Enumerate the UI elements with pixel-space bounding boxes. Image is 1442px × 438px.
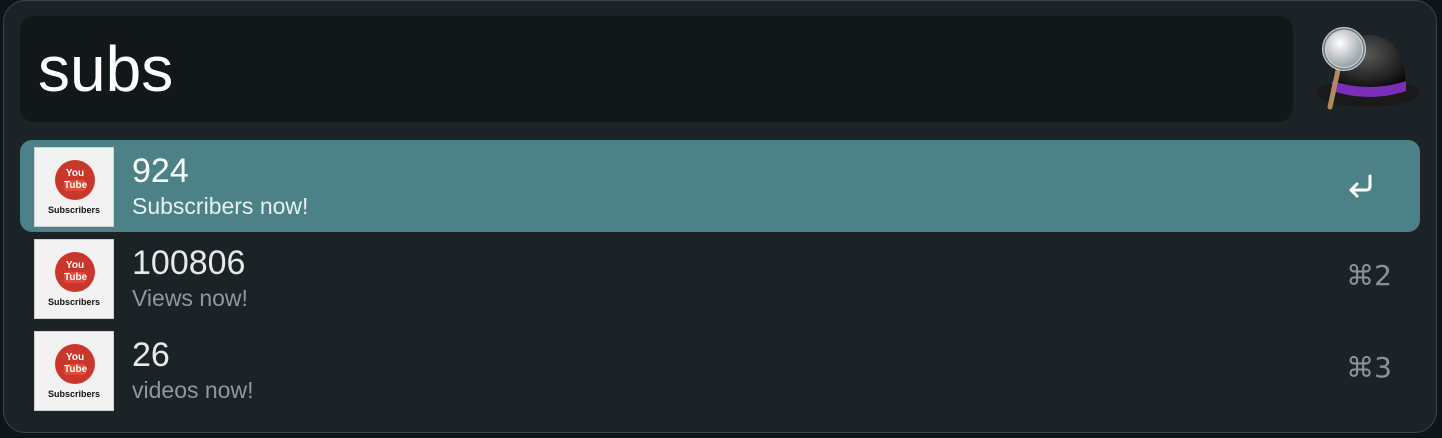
youtube-logo-you: You — [65, 260, 85, 271]
result-row-3[interactable]: You Tube Subscribers 26 videos now! ⌘3 — [20, 324, 1420, 416]
thumbnail-label: Subscribers — [47, 297, 101, 307]
search-input[interactable] — [38, 28, 1268, 110]
thumbnail-label: Subscribers — [47, 389, 101, 399]
result-title: 100806 — [132, 244, 246, 282]
result-title: 26 — [132, 336, 170, 374]
result-title: 924 — [132, 152, 189, 190]
youtube-logo-tube: Tube — [64, 180, 88, 191]
youtube-logo-icon: You Tube — [55, 344, 95, 384]
youtube-logo-you: You — [65, 168, 85, 179]
result-subtitle: videos now! — [132, 377, 254, 403]
result-row-2[interactable]: You Tube Subscribers 100806 Views now! ⌘… — [20, 232, 1420, 324]
youtube-logo-you: You — [65, 352, 85, 363]
result-subtitle: Views now! — [132, 285, 248, 311]
result-row-1[interactable]: You Tube Subscribers 924 Subscribers now… — [20, 140, 1420, 232]
youtube-logo-tube: Tube — [64, 272, 88, 283]
youtube-subscribers-thumbnail: You Tube Subscribers — [34, 331, 114, 411]
return-icon — [1346, 170, 1376, 200]
youtube-logo-icon: You Tube — [55, 160, 95, 200]
thumbnail-label: Subscribers — [47, 205, 101, 215]
result-shortcut: ⌘3 — [1346, 351, 1392, 384]
result-subtitle: Subscribers now! — [132, 193, 309, 219]
youtube-logo-icon: You Tube — [55, 252, 95, 292]
result-shortcut: ⌘2 — [1346, 259, 1392, 292]
alfred-window: You Tube Subscribers 924 Subscribers now… — [3, 0, 1437, 433]
search-box[interactable] — [20, 16, 1293, 122]
youtube-logo-tube: Tube — [64, 364, 88, 375]
alfred-hat-magnifier-icon[interactable] — [1310, 19, 1420, 119]
youtube-subscribers-thumbnail: You Tube Subscribers — [34, 239, 114, 319]
results-list: You Tube Subscribers 924 Subscribers now… — [20, 140, 1420, 416]
youtube-subscribers-thumbnail: You Tube Subscribers — [34, 147, 114, 227]
